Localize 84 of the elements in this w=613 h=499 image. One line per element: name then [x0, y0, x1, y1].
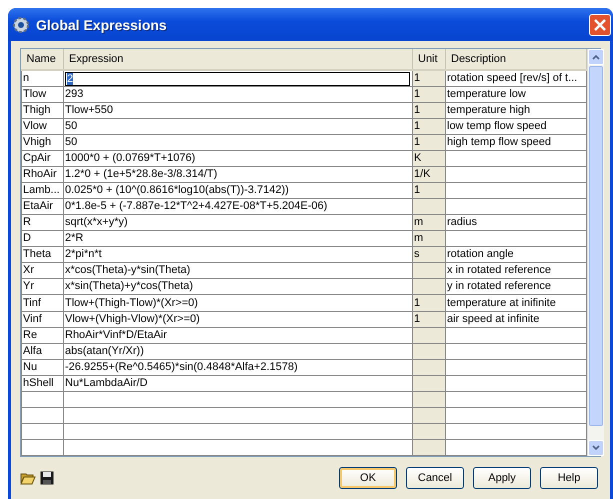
- table-cell: 0*1.8e-5 + (-7.887e-12*T^2+4.427E-08*T+5.204E-06): [64, 198, 412, 215]
- table-cell: radius: [446, 214, 586, 231]
- column-header[interactable]: Expression: [64, 49, 412, 70]
- table-cell: EtaAir: [22, 198, 64, 215]
- table-cell: temperature low: [446, 86, 586, 103]
- table-cell: temperature high: [446, 102, 586, 119]
- table-cell: hShell: [22, 375, 64, 392]
- table-cell: Vhigh: [22, 134, 64, 151]
- table-cell: 1: [412, 118, 446, 135]
- window-title: Global Expressions: [36, 16, 168, 32]
- save-icon[interactable]: [40, 471, 54, 485]
- table-cell: 1: [412, 86, 446, 103]
- table-cell: RhoAir*Vinf*D/EtaAir: [64, 327, 412, 344]
- expression-field[interactable]: 2: [65, 72, 410, 86]
- column-header[interactable]: Description: [446, 49, 586, 70]
- table-cell: Lamb...: [22, 182, 64, 199]
- table-cell: 1.2*0 + (1e+5*28.8e-3/8.314/T): [64, 166, 412, 183]
- table-cell: Xr: [22, 262, 64, 279]
- table-cell: Re: [22, 327, 64, 344]
- table-cell: s: [412, 246, 446, 263]
- table-cell: rotation angle: [446, 246, 586, 263]
- table-cell: 1/K: [412, 166, 446, 183]
- table-cell: x*cos(Theta)-y*sin(Theta): [64, 262, 412, 279]
- table-cell: temperature at inifinite: [446, 294, 586, 312]
- table-cell: K: [412, 150, 446, 167]
- chevron-down-icon: [592, 445, 600, 451]
- table-cell: CpAir: [22, 150, 64, 167]
- table-cell: rotation speed [rev/s] of t...: [446, 70, 586, 87]
- table-cell: 1000*0 + (0.0769*T+1076): [64, 150, 412, 167]
- table-cell: -26.9255+(Re^0.5465)*sin(0.4848*Alfa+2.1578): [64, 359, 412, 376]
- table-cell: 1: [412, 311, 446, 328]
- scroll-down-button[interactable]: [588, 440, 604, 456]
- table-cell: Tlow+550: [64, 102, 412, 119]
- scrollbar[interactable]: [587, 49, 604, 456]
- table-cell: Vlow: [22, 118, 64, 135]
- close-icon: [593, 18, 607, 32]
- table-cell: x*sin(Theta)+y*cos(Theta): [64, 278, 412, 295]
- table-cell: m: [412, 230, 446, 247]
- table-cell: 0.025*0 + (10^(0.8616*log10(abs(T))-3.7142)): [64, 182, 412, 199]
- table-cell: RhoAir: [22, 166, 64, 183]
- table-cell: 1: [412, 70, 446, 87]
- table-cell: Tinf: [22, 294, 64, 312]
- table-cell: abs(atan(Yr/Xr)): [64, 343, 412, 360]
- table-cell: 1: [412, 294, 446, 312]
- table-cell: Yr: [22, 278, 64, 295]
- table-cell: Thigh: [22, 102, 64, 119]
- table-cell: low temp flow speed: [446, 118, 586, 135]
- table-cell: Nu*LambdaAir/D: [64, 375, 412, 392]
- table-cell: 1: [412, 182, 446, 199]
- table-cell: Theta: [22, 246, 64, 263]
- table-cell: Tlow+(Thigh-Tlow)*(Xr>=0): [64, 294, 412, 312]
- table-cell: 293: [64, 86, 412, 103]
- table-cell: x in rotated reference: [446, 262, 586, 279]
- table-cell: n: [22, 70, 64, 87]
- scroll-thumb[interactable]: [589, 66, 603, 426]
- table-cell: 50: [64, 134, 412, 151]
- table-cell: sqrt(x*x+y*y): [64, 214, 412, 231]
- table-cell: air speed at infinite: [446, 311, 586, 328]
- table-cell: D: [22, 230, 64, 247]
- table-cell: 50: [64, 118, 412, 135]
- scroll-up-button[interactable]: [588, 49, 604, 65]
- column-header[interactable]: Name: [22, 49, 64, 70]
- table-cell: y in rotated reference: [446, 278, 586, 295]
- dialog-button[interactable]: Apply: [473, 467, 531, 489]
- table-cell: 2*pi*n*t: [64, 246, 412, 263]
- table-cell: Alfa: [22, 343, 64, 360]
- table-cell: Vinf: [22, 311, 64, 328]
- column-header[interactable]: Unit: [412, 49, 446, 70]
- close-button[interactable]: [589, 14, 611, 36]
- table-cell: high temp flow speed: [446, 134, 586, 151]
- table-cell: 1: [412, 102, 446, 119]
- dialog-button[interactable]: OK: [339, 467, 397, 489]
- table-cell: 2*R: [64, 230, 412, 247]
- table-cell: Tlow: [22, 86, 64, 103]
- dialog-button[interactable]: Help: [540, 467, 598, 489]
- table-cell: Nu: [22, 359, 64, 376]
- table-cell: Vlow+(Vhigh-Vlow)*(Xr>=0): [64, 311, 412, 328]
- table-cell: 1: [412, 134, 446, 151]
- chevron-up-icon: [592, 54, 600, 60]
- gear-icon: [12, 16, 30, 34]
- table-cell: m: [412, 214, 446, 231]
- table-cell: R: [22, 214, 64, 231]
- dialog-button[interactable]: Cancel: [406, 467, 464, 489]
- open-folder-icon[interactable]: [20, 471, 36, 485]
